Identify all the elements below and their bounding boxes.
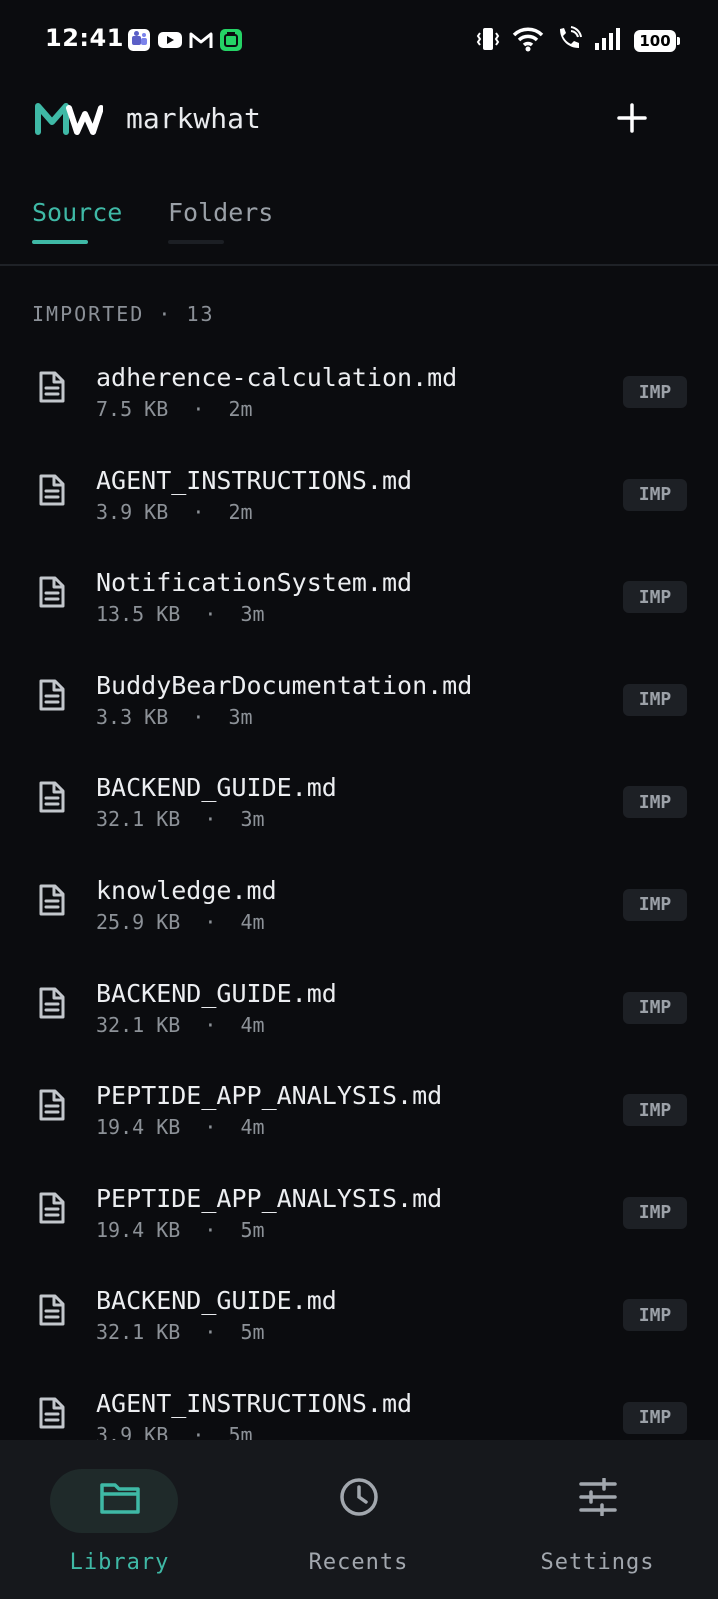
document-icon	[38, 370, 66, 408]
file-name: PEPTIDE_APP_ANALYSIS.md	[96, 1081, 443, 1111]
file-row[interactable]: PEPTIDE_APP_ANALYSIS.md 19.4 KB · 4m IMP	[0, 1058, 718, 1161]
file-name: BuddyBearDocumentation.md	[96, 670, 473, 700]
screen: 12:41 100 markwhat Source Folders IMPORT…	[0, 0, 718, 1599]
document-icon	[38, 575, 66, 613]
import-badge: IMP	[623, 1196, 687, 1229]
file-row[interactable]: BACKEND_GUIDE.md 32.1 KB · 5m IMP	[0, 1263, 718, 1366]
vibrate-icon	[476, 26, 500, 56]
document-icon	[38, 780, 66, 818]
import-badge: IMP	[623, 376, 687, 408]
app-header: markwhat	[0, 90, 718, 150]
status-bar: 12:41 100	[0, 0, 718, 82]
file-row[interactable]: knowledge.md 25.9 KB · 4m IMP	[0, 853, 718, 956]
document-icon	[38, 986, 66, 1024]
gmail-icon	[189, 30, 213, 54]
tab-indicator	[168, 240, 224, 244]
tab-folders[interactable]: Folders	[168, 198, 274, 244]
file-row[interactable]: NotificationSystem.md 13.5 KB · 3m IMP	[0, 545, 718, 648]
signal-icon	[594, 27, 622, 55]
document-icon	[38, 1191, 66, 1229]
file-meta: 32.1 KB · 3m	[96, 807, 265, 832]
file-name: BACKEND_GUIDE.md	[96, 773, 337, 803]
nav-label: Recents	[308, 1550, 409, 1575]
file-row[interactable]: AGENT_INSTRUCTIONS.md 3.9 KB · 2m IMP	[0, 443, 718, 546]
wifi-call-icon	[556, 26, 582, 56]
nav-label: Settings	[540, 1550, 655, 1575]
import-badge: IMP	[623, 581, 687, 614]
markwhat-logo-icon	[35, 102, 104, 140]
tab-source[interactable]: Source	[32, 198, 123, 244]
import-badge: IMP	[623, 888, 687, 921]
add-button[interactable]	[610, 96, 654, 140]
file-row[interactable]: PEPTIDE_APP_ANALYSIS.md 19.4 KB · 5m IMP	[0, 1161, 718, 1264]
file-meta: 32.1 KB · 5m	[96, 1320, 265, 1345]
youtube-icon	[157, 30, 183, 54]
document-icon	[38, 678, 66, 716]
document-icon	[38, 473, 66, 511]
nav-label: Library	[69, 1550, 170, 1575]
sliders-icon	[578, 1477, 618, 1520]
plus-icon	[617, 103, 647, 133]
battery-icon: 100	[634, 30, 680, 52]
file-name: NotificationSystem.md	[96, 568, 413, 598]
document-icon	[38, 1088, 66, 1126]
app-title: markwhat	[126, 102, 261, 135]
tab-bar: Source Folders	[0, 194, 718, 266]
file-name: BACKEND_GUIDE.md	[96, 1286, 337, 1316]
import-badge: IMP	[623, 1401, 687, 1434]
file-name: PEPTIDE_APP_ANALYSIS.md	[96, 1183, 443, 1213]
system-icons: 100	[476, 26, 680, 56]
file-row[interactable]: BACKEND_GUIDE.md 32.1 KB · 3m IMP	[0, 750, 718, 853]
file-meta: 19.4 KB · 5m	[96, 1217, 265, 1242]
notification-icons	[127, 28, 243, 56]
file-name: knowledge.md	[96, 875, 277, 905]
file-name: AGENT_INSTRUCTIONS.md	[96, 1388, 413, 1418]
file-row[interactable]: BuddyBearDocumentation.md 3.3 KB · 3m IM…	[0, 648, 718, 751]
document-icon	[38, 1396, 66, 1434]
file-list: adherence-calculation.md 7.5 KB · 2m IMP…	[0, 340, 718, 1469]
file-meta: 7.5 KB · 2m	[96, 397, 253, 421]
nav-settings[interactable]: Settings	[478, 1440, 717, 1599]
nav-library[interactable]: Library	[0, 1440, 239, 1599]
file-name: adherence-calculation.md	[96, 363, 458, 392]
section-header: IMPORTED · 13	[32, 302, 215, 326]
import-badge: IMP	[623, 1094, 687, 1127]
tab-indicator	[32, 240, 88, 244]
teams-icon	[127, 28, 151, 56]
file-name: AGENT_INSTRUCTIONS.md	[96, 465, 413, 495]
document-icon	[38, 883, 66, 921]
nav-recents[interactable]: Recents	[239, 1440, 478, 1599]
folder-icon	[99, 1480, 141, 1520]
import-badge: IMP	[623, 1299, 687, 1332]
wifi-icon	[512, 26, 544, 56]
file-meta: 13.5 KB · 3m	[96, 602, 265, 627]
file-row[interactable]: BACKEND_GUIDE.md 32.1 KB · 4m IMP	[0, 956, 718, 1059]
document-icon	[38, 1293, 66, 1331]
bottom-navigation: Library Recents Settings	[0, 1440, 718, 1599]
tab-label: Source	[32, 198, 123, 227]
import-badge: IMP	[623, 991, 687, 1024]
import-badge: IMP	[623, 683, 687, 716]
file-meta: 3.9 KB · 2m	[96, 499, 253, 524]
file-meta: 19.4 KB · 4m	[96, 1115, 265, 1140]
whatsapp-business-icon	[219, 28, 243, 56]
clock-icon	[338, 1478, 380, 1522]
file-row[interactable]: adherence-calculation.md 7.5 KB · 2m IMP	[0, 340, 718, 443]
file-name: BACKEND_GUIDE.md	[96, 978, 337, 1008]
tab-label: Folders	[168, 198, 274, 227]
file-meta: 3.3 KB · 3m	[96, 704, 253, 729]
import-badge: IMP	[623, 478, 687, 511]
file-meta: 32.1 KB · 4m	[96, 1012, 265, 1037]
file-meta: 25.9 KB · 4m	[96, 909, 265, 934]
import-badge: IMP	[623, 786, 687, 819]
status-time: 12:41	[45, 24, 124, 52]
